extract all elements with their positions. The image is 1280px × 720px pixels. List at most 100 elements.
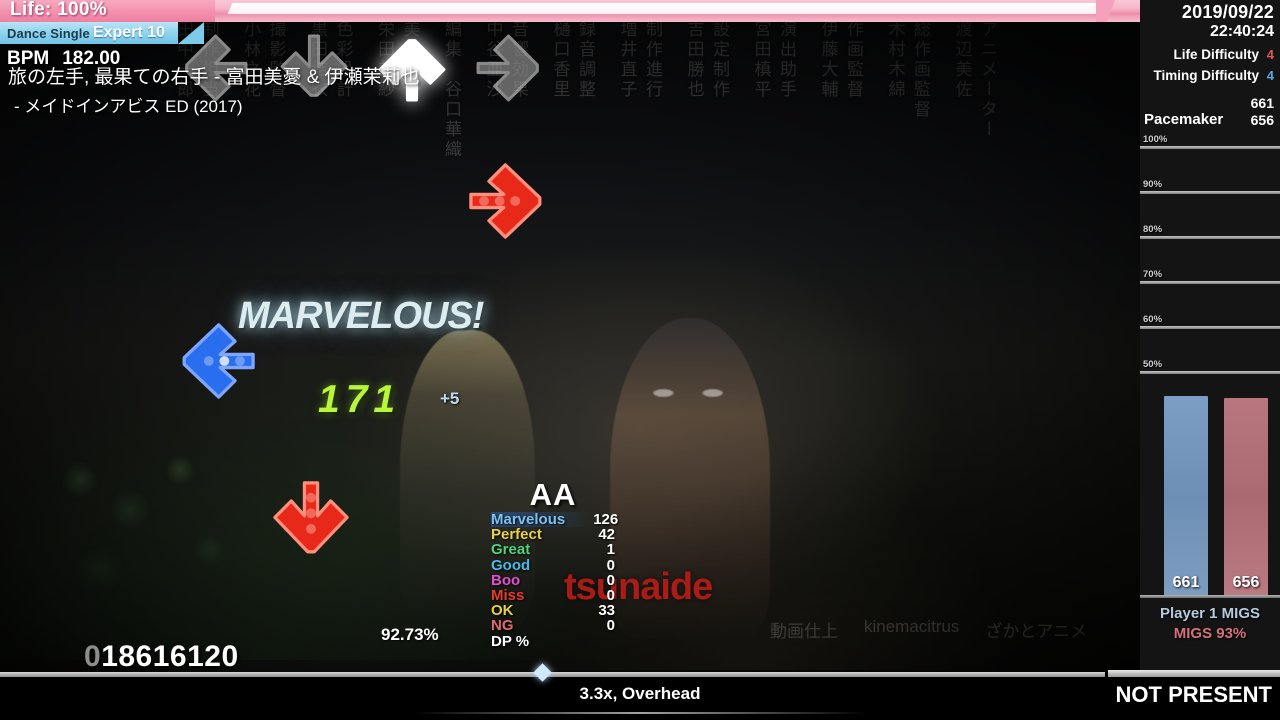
judgement-label: Marvelous — [491, 512, 594, 528]
life-bar: Life: 100% — [0, 0, 1142, 22]
not-present-label: NOT PRESENT — [1115, 682, 1272, 707]
game-screen: 制作担当 田中一郎撮影監督 小林之花色彩設計 黒田結衣美術監督 栄田美紗編集 谷… — [0, 0, 1280, 720]
song-progress-bar[interactable] — [0, 672, 1105, 677]
life-bar-edge — [1096, 0, 1142, 22]
right-receptor[interactable] — [472, 30, 548, 106]
credits-roll: 制作担当 田中一郎撮影監督 小林之花色彩設計 黒田結衣美術監督 栄田美紗編集 谷… — [174, 20, 1000, 660]
player-label: Player 1 MIGS — [1159, 605, 1261, 622]
credits-column: 設定制作 吉田勝也 — [684, 20, 730, 100]
graph-gridline-label: 50% — [1143, 359, 1163, 370]
graph-gridline — [1140, 371, 1280, 374]
credits-bottom-row: 動画仕上 kinemacitrus ざかとアニメ — [770, 617, 1130, 642]
migs-label: MIGS 93% — [1173, 625, 1247, 642]
timing-difficulty-value: 4 — [1266, 68, 1274, 83]
graph-gridline — [1140, 281, 1280, 284]
graph-baseline — [1140, 595, 1280, 598]
life-difficulty-value: 4 — [1266, 47, 1274, 62]
judgement-label: NG — [491, 617, 514, 635]
judgement-row: Perfect 42 — [491, 527, 615, 542]
judgement-row: Marvelous 126 — [491, 511, 619, 528]
grade-label: AA — [529, 477, 577, 512]
credits-bottom-item: ざかとアニメ — [985, 622, 1088, 641]
judgement-value: 0 — [606, 617, 615, 635]
right-note — [466, 160, 548, 242]
judgement-value: 126 — [593, 511, 619, 528]
credits-column: 美術監督 栄田美紗 — [375, 20, 420, 100]
pacemaker-label: Pacemaker — [1144, 111, 1224, 128]
graph-bar-migs-value: 656 — [1232, 574, 1260, 591]
session-time: 22:40:24 — [1209, 23, 1274, 40]
graph-gridline — [1140, 236, 1280, 239]
combo-counter: 171 — [318, 378, 402, 421]
timing-difficulty-label: Timing Difficulty — [1153, 68, 1259, 83]
graph-gridline-label: 90% — [1143, 179, 1163, 190]
judgement-row: DP % — [491, 632, 615, 650]
speed-mod-label: 3.3x, Overhead — [579, 684, 701, 703]
judgement-label: DP % — [491, 632, 530, 650]
graph-gridline — [1140, 146, 1280, 149]
judgement-value: 0 — [606, 556, 615, 574]
score-digits: 18616120 — [101, 640, 239, 673]
credits-column: 総作画監督 木村木綿 — [885, 20, 931, 120]
credits-column: アニメーター 渡辺美佐 — [952, 20, 998, 140]
pacemaker-top-value: 661 — [1250, 95, 1274, 111]
stats-sidebar: 2019/09/22 22:40:24 Life Difficulty 4 Ti… — [1140, 0, 1280, 674]
down-note — [270, 478, 352, 560]
life-difficulty-row: Life Difficulty 4 — [1140, 47, 1280, 62]
life-bar-label: Life: 100% — [10, 0, 107, 20]
score-leading-zero: 0 — [84, 640, 102, 673]
bottom-bar: 3.3x, Overhead NOT PRESENT — [0, 663, 1280, 720]
credits-column: 色彩設計 黒田結衣 — [308, 20, 353, 100]
judgement-text: MARVELOUS! — [238, 295, 484, 337]
combo-bonus: +5 — [440, 389, 460, 408]
graph-gridline — [1140, 326, 1280, 329]
judgement-rows: Marvelous 126 Perfect 42 Great 1 Good 0 Boo 0 Miss… — [491, 511, 619, 650]
not-present-bar — [1108, 670, 1280, 677]
judgement-label: OK — [491, 602, 514, 620]
judgement-label: Miss — [491, 586, 525, 604]
judgement-row: Miss 0 — [491, 588, 615, 603]
judgement-label: Good — [491, 556, 531, 574]
session-date: 2019/09/22 — [1181, 2, 1274, 22]
speed-mod-underline — [413, 712, 868, 714]
judgement-row: NG 0 — [491, 618, 615, 633]
judgement-row: Boo 0 — [491, 573, 615, 588]
graph-gridline-label: 70% — [1143, 269, 1163, 280]
graph-bar-migs: 656 — [1224, 398, 1268, 596]
judgement-row: Good 0 — [491, 556, 615, 574]
judgement-value: 1 — [606, 541, 615, 559]
life-bar-shine — [227, 3, 1101, 14]
credits-bottom-item: 動画仕上 — [770, 622, 838, 641]
score-percent: 92.73% — [381, 625, 439, 644]
difficulty-label: Expert 10 — [92, 24, 165, 41]
judgement-row: OK 33 — [491, 603, 615, 618]
play-mode-label: Dance Single — [7, 25, 90, 41]
credits-bottom-item: kinemacitrus — [864, 617, 960, 636]
pacemaker-graph: 100% 90% 80% 70% 60% 50% 661 656 Player 1 MIG… — [1140, 132, 1280, 642]
judgement-value: 0 — [606, 571, 615, 589]
graph-gridline-label: 60% — [1143, 314, 1163, 325]
timing-difficulty-row: Timing Difficulty 4 — [1140, 68, 1280, 83]
graph-gridline-label: 80% — [1143, 224, 1163, 235]
judgement-label: Perfect — [491, 526, 542, 544]
judgement-value: 0 — [606, 586, 615, 604]
judgement-panel: AA Marvelous 126 Perfect 42 Great 1 Good 0 Boo 0 M… — [491, 477, 619, 650]
pacemaker-block: 661 Pacemaker 656 — [1140, 95, 1280, 133]
score-display: 018616120 — [84, 640, 239, 674]
judgement-value: 42 — [598, 526, 615, 544]
graph-bar-player1-value: 661 — [1172, 574, 1200, 591]
judgement-row: Great 1 — [491, 542, 615, 557]
judgement-label: Boo — [491, 571, 521, 589]
difficulty-band: Dance Single Expert 10 — [0, 22, 204, 44]
judgement-value: 33 — [598, 602, 615, 620]
graph-gridline — [1140, 191, 1280, 194]
pacemaker-bottom-value: 656 — [1250, 112, 1274, 128]
life-difficulty-label: Life Difficulty — [1173, 47, 1259, 62]
credits-column: 制作進行 増井直子 — [617, 20, 663, 100]
graph-gridline-label: 100% — [1143, 134, 1168, 145]
judgement-label: Great — [491, 541, 531, 559]
credits-column: 作画監督 伊藤大輔 — [818, 20, 864, 100]
song-subtitle: - メイドインアビス ED (2017) — [14, 97, 243, 116]
song-title: 旅の左手, 最果ての右手 - 富田美憂 & 伊瀬茉莉也 — [8, 67, 420, 88]
background-foliage — [40, 440, 270, 630]
